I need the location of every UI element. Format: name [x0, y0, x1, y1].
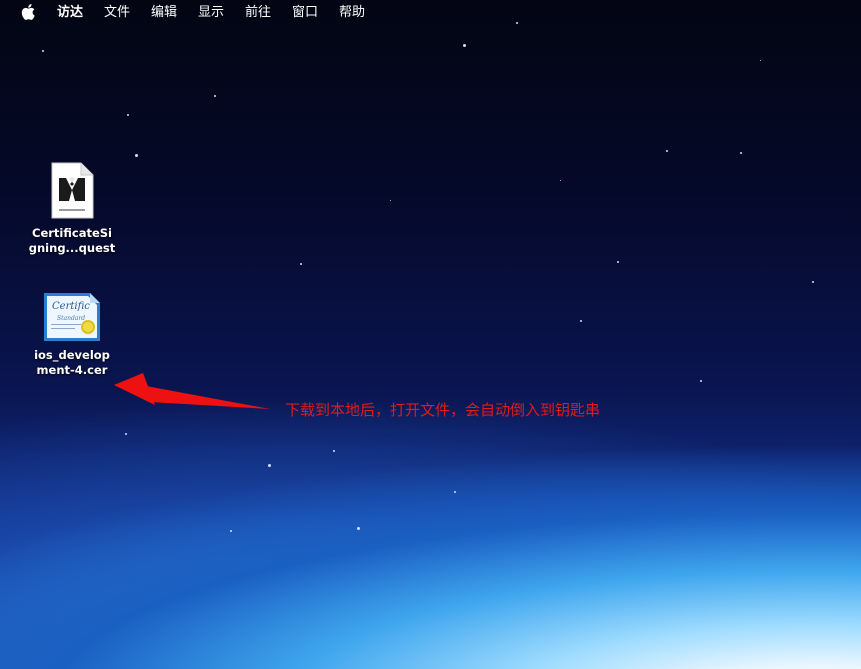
menu-file[interactable]: 文件 — [104, 4, 130, 21]
star — [666, 150, 668, 152]
star — [700, 380, 702, 382]
menu-finder[interactable]: 访达 — [57, 4, 83, 21]
desktop-icon-label: CertificateSi gning...quest — [27, 226, 117, 256]
desktop-icon-csr[interactable]: CertificateSi gning...quest — [27, 162, 117, 256]
star — [740, 152, 742, 154]
star — [357, 527, 360, 530]
label-line: gning...quest — [28, 241, 116, 255]
star — [760, 60, 761, 61]
star — [333, 450, 335, 452]
menu-help[interactable]: 帮助 — [339, 4, 365, 21]
star — [127, 114, 129, 116]
star — [463, 44, 466, 47]
star — [230, 530, 232, 532]
apple-menu-icon[interactable] — [21, 4, 35, 20]
star — [214, 95, 216, 97]
star — [300, 263, 302, 265]
label-line: ment-4.cer — [36, 363, 108, 377]
menu-go[interactable]: 前往 — [245, 4, 271, 21]
desktop[interactable]: 访达 文件 编辑 显示 前往 窗口 帮助 CertificateSi gning… — [0, 0, 861, 669]
menu-bar: 访达 文件 编辑 显示 前往 窗口 帮助 — [0, 0, 861, 25]
red-arrow-icon — [114, 373, 270, 409]
star — [268, 464, 271, 467]
star — [390, 200, 391, 201]
certificate-file-icon: Certific Standard — [44, 293, 100, 341]
svg-text:Certific: Certific — [52, 301, 90, 312]
desktop-icon-cer[interactable]: Certific Standard ios_develop ment-4.cer — [27, 292, 117, 378]
star — [135, 154, 138, 157]
menu-window[interactable]: 窗口 — [292, 4, 318, 21]
desktop-icon-label: ios_develop ment-4.cer — [27, 348, 117, 378]
certificate-signing-request-icon — [51, 162, 94, 219]
star — [454, 491, 456, 493]
star — [812, 281, 814, 283]
label-line: CertificateSi — [32, 226, 112, 240]
star — [617, 261, 619, 263]
star — [42, 50, 44, 52]
star — [560, 180, 561, 181]
svg-text:Standard: Standard — [57, 315, 85, 322]
menu-view[interactable]: 显示 — [198, 4, 224, 21]
annotation-text: 下载到本地后，打开文件，会自动倒入到钥匙串 — [285, 401, 601, 419]
label-line: ios_develop — [34, 348, 110, 362]
star — [580, 320, 582, 322]
menu-edit[interactable]: 编辑 — [151, 4, 177, 21]
star — [125, 433, 127, 435]
